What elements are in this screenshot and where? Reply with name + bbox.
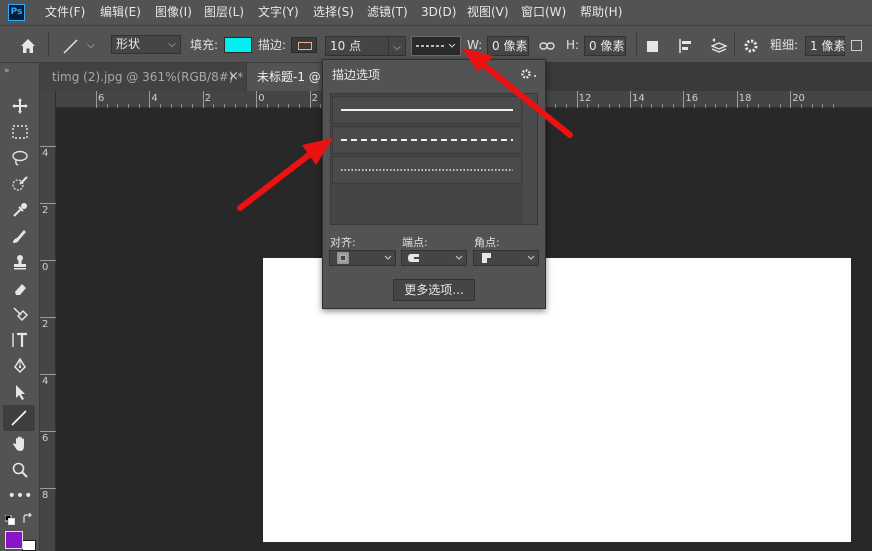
arrow-to-stroke-type [477, 59, 573, 138]
annotation-arrows [237, 48, 573, 211]
arrow-to-dashed-preset [237, 145, 321, 211]
arrowhead-dashed-preset [302, 138, 333, 165]
